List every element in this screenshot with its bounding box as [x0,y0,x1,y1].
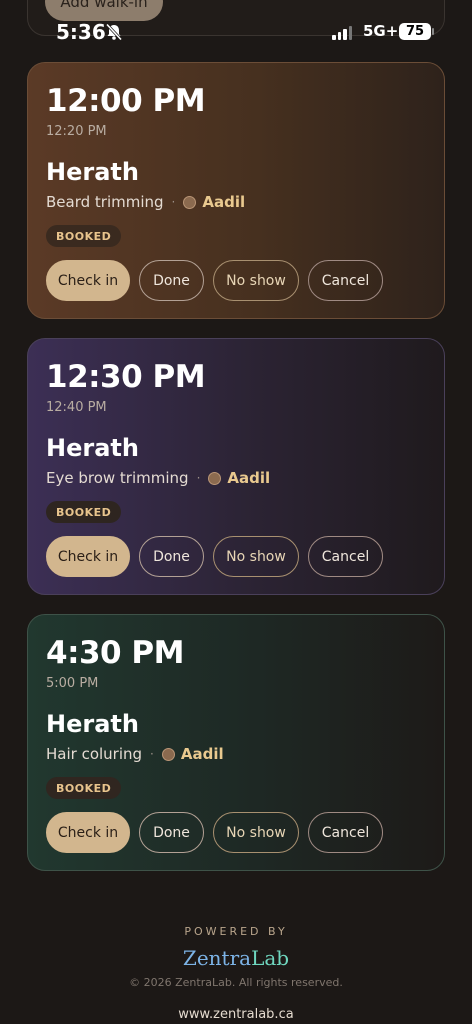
powered-by-label: POWERED BY [184,925,288,938]
staff-avatar-dot [208,471,222,485]
service-name: Beard trimming [46,193,164,211]
brand-logo[interactable]: ZentraLab [0,946,472,970]
staff-name: Aadil [227,469,271,487]
status-badge: BOOKED [46,501,122,523]
staff-avatar-dot [161,747,175,761]
service-name: Hair coluring [46,745,143,763]
appointment-card: 12:30 PM 12:40 PM Herath Eye brow trimmi… [27,338,445,595]
network-type: 5G+ [363,22,399,40]
client-name: Herath [46,710,139,738]
separator: · [171,195,176,209]
separator: · [196,471,201,485]
appointment-actions: Check in Done No show Cancel [46,536,383,577]
status-badge: BOOKED [46,225,122,247]
no-show-button[interactable]: No show [213,536,299,577]
status-bar: 5:36 5G+ 75 [0,14,472,50]
status-time: 5:36 [56,20,106,44]
check-in-button[interactable]: Check in [46,812,130,853]
no-show-button[interactable]: No show [213,260,299,301]
client-name: Herath [46,434,139,462]
staff-name: Aadil [202,193,246,211]
client-name: Herath [46,158,139,186]
status-badge: BOOKED [46,777,122,799]
appointment-start-time: 12:30 PM [46,359,206,395]
service-line: Hair coluring · Aadil [46,745,224,763]
signal-icon [332,26,354,40]
done-button[interactable]: Done [139,260,204,301]
cancel-button[interactable]: Cancel [308,812,383,853]
service-line: Beard trimming · Aadil [46,193,245,211]
footer: POWERED BY ZentraLab © 2026 ZentraLab. A… [0,925,472,989]
brand-name-part2: Lab [251,946,290,970]
staff-name: Aadil [180,745,224,763]
service-name: Eye brow trimming [46,469,189,487]
check-in-button[interactable]: Check in [46,260,130,301]
brand-name-part1: Zentra [182,946,252,970]
no-show-button[interactable]: No show [213,812,299,853]
battery-level: 75 [405,24,425,39]
appointment-actions: Check in Done No show Cancel [46,812,383,853]
done-button[interactable]: Done [139,812,204,853]
service-line: Eye brow trimming · Aadil [46,469,270,487]
check-in-button[interactable]: Check in [46,536,130,577]
battery-icon: 75 [399,23,434,40]
appointment-end-time: 5:00 PM [46,676,99,691]
done-button[interactable]: Done [139,536,204,577]
separator: · [150,747,154,761]
appointment-card: 12:00 PM 12:20 PM Herath Beard trimming … [27,62,445,319]
appointment-card: 4:30 PM 5:00 PM Herath Hair coluring · A… [27,614,445,871]
bell-muted-icon [105,23,123,41]
staff-avatar-dot [183,195,197,209]
appointment-start-time: 4:30 PM [46,635,184,671]
cancel-button[interactable]: Cancel [308,260,383,301]
appointment-actions: Check in Done No show Cancel [46,260,383,301]
copyright-text: © 2026 ZentraLab. All rights reserved. [129,976,343,989]
cancel-button[interactable]: Cancel [308,536,383,577]
appointment-start-time: 12:00 PM [46,83,206,119]
appointment-end-time: 12:40 PM [46,400,107,415]
website-link[interactable]: www.zentralab.ca [0,1007,472,1022]
appointment-end-time: 12:20 PM [46,124,107,139]
